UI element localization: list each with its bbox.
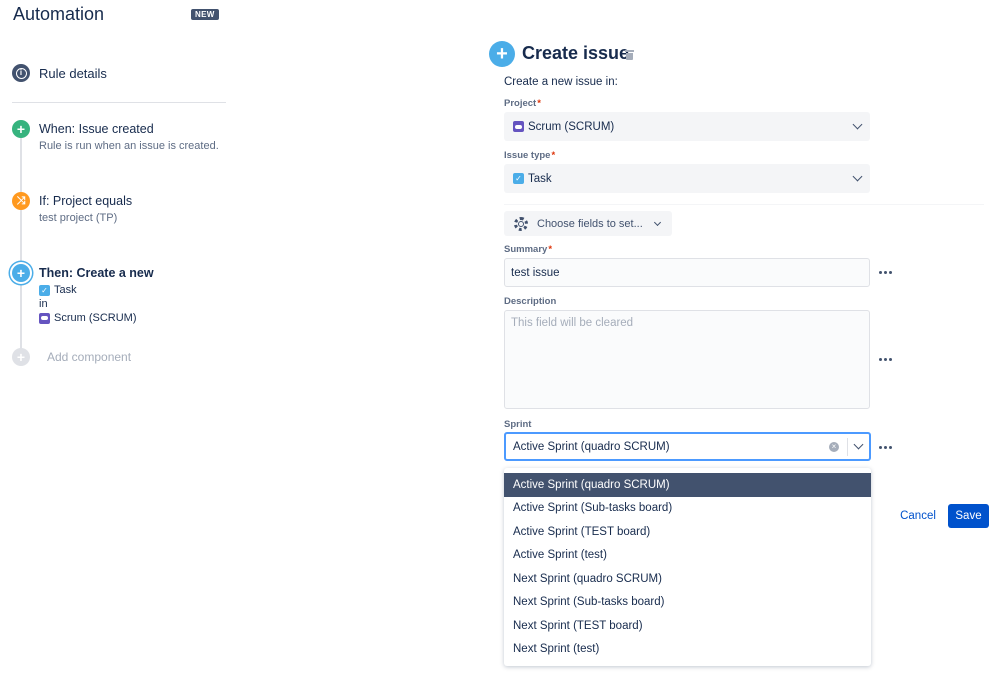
choose-fields-label: Choose fields to set...	[537, 217, 643, 230]
info-icon: i	[12, 64, 30, 82]
select-separator	[847, 437, 848, 456]
trigger-step-title: When: Issue created	[39, 122, 154, 136]
chevron-down-icon	[852, 171, 863, 182]
sprint-option[interactable]: Next Sprint (test)	[504, 638, 871, 662]
trigger-step-subtitle: Rule is run when an issue is created.	[39, 140, 219, 152]
project-avatar-icon	[513, 121, 524, 132]
sprint-select[interactable]: Active Sprint (quadro SCRUM) ×	[504, 432, 871, 461]
description-textarea[interactable]: This field will be cleared	[504, 310, 870, 409]
more-dots-icon[interactable]	[879, 446, 892, 449]
sprint-label: Sprint	[504, 419, 532, 430]
more-dots-icon[interactable]	[879, 358, 892, 361]
task-checkbox-icon: ✓	[513, 173, 524, 184]
action-step-title: Then: Create a new	[39, 266, 154, 280]
new-badge: NEW	[191, 9, 219, 20]
form-divider	[504, 204, 984, 205]
chevron-down-icon	[653, 218, 661, 226]
rule-details-label: Rule details	[39, 65, 107, 81]
add-component-label: Add component	[47, 350, 132, 364]
action-issue-type-label: Task	[54, 284, 77, 296]
trash-icon[interactable]	[625, 50, 634, 60]
condition-step-title: If: Project equals	[39, 194, 133, 208]
plus-icon: +	[12, 264, 30, 282]
sprint-option[interactable]: Active Sprint (test)	[504, 544, 871, 568]
shuffle-icon: ⤨	[12, 192, 30, 210]
action-in-label: in	[39, 298, 48, 310]
action-issue-type: ✓ Task	[39, 284, 154, 296]
issue-type-select[interactable]: ✓ Task	[504, 164, 870, 193]
sprint-option[interactable]: Next Sprint (TEST board)	[504, 614, 871, 638]
project-select-value: Scrum (SCRUM)	[528, 120, 615, 133]
plus-icon: +	[12, 120, 30, 138]
rule-details-link[interactable]: i Rule details	[12, 64, 107, 82]
issue-type-select-value: Task	[528, 172, 552, 185]
task-checkbox-icon: ✓	[39, 284, 50, 296]
clear-icon[interactable]: ×	[829, 441, 839, 452]
more-dots-icon[interactable]	[879, 271, 892, 274]
sprint-option[interactable]: Active Sprint (TEST board)	[504, 520, 871, 544]
project-avatar-icon	[39, 312, 50, 324]
sprint-select-value: Active Sprint (quadro SCRUM)	[513, 440, 670, 453]
gear-icon	[514, 216, 528, 231]
sprint-option[interactable]: Next Sprint (Sub-tasks board)	[504, 591, 871, 615]
form-subtitle: Create a new issue in:	[504, 76, 618, 88]
condition-step[interactable]: ⤨ If: Project equals test project (TP)	[12, 192, 132, 224]
sprint-dropdown-menu: Active Sprint (quadro SCRUM) Active Spri…	[504, 468, 871, 666]
plus-icon: +	[489, 41, 515, 67]
chevron-down-icon[interactable]	[853, 439, 864, 450]
project-label: Project*	[504, 98, 541, 109]
condition-step-subtitle: test project (TP)	[39, 212, 118, 224]
plus-icon: +	[12, 348, 30, 366]
page-title: Create issue	[522, 43, 630, 63]
description-label: Description	[504, 296, 557, 307]
action-step[interactable]: + Then: Create a new ✓ Task in Scrum (SC…	[12, 264, 154, 324]
trigger-step[interactable]: + When: Issue created Rule is run when a…	[12, 120, 219, 152]
summary-input[interactable]: test issue	[504, 258, 870, 287]
action-project-label: Scrum (SCRUM)	[54, 312, 137, 324]
sprint-option[interactable]: Next Sprint (quadro SCRUM)	[504, 567, 871, 591]
cancel-button[interactable]: Cancel	[896, 504, 940, 528]
summary-label: Summary*	[504, 244, 553, 255]
sprint-option[interactable]: Active Sprint (quadro SCRUM)	[504, 473, 871, 497]
choose-fields-button[interactable]: Choose fields to set...	[504, 211, 672, 236]
chevron-down-icon	[852, 119, 863, 130]
add-component-button[interactable]: + Add component	[12, 348, 131, 366]
action-project: Scrum (SCRUM)	[39, 312, 154, 324]
issue-type-label: Issue type*	[504, 150, 556, 161]
project-select[interactable]: Scrum (SCRUM)	[504, 112, 870, 141]
save-button[interactable]: Save	[948, 504, 989, 528]
sidebar-divider	[12, 102, 226, 103]
sprint-option[interactable]: Active Sprint (Sub-tasks board)	[504, 497, 871, 521]
app-title: Automation	[13, 4, 105, 24]
